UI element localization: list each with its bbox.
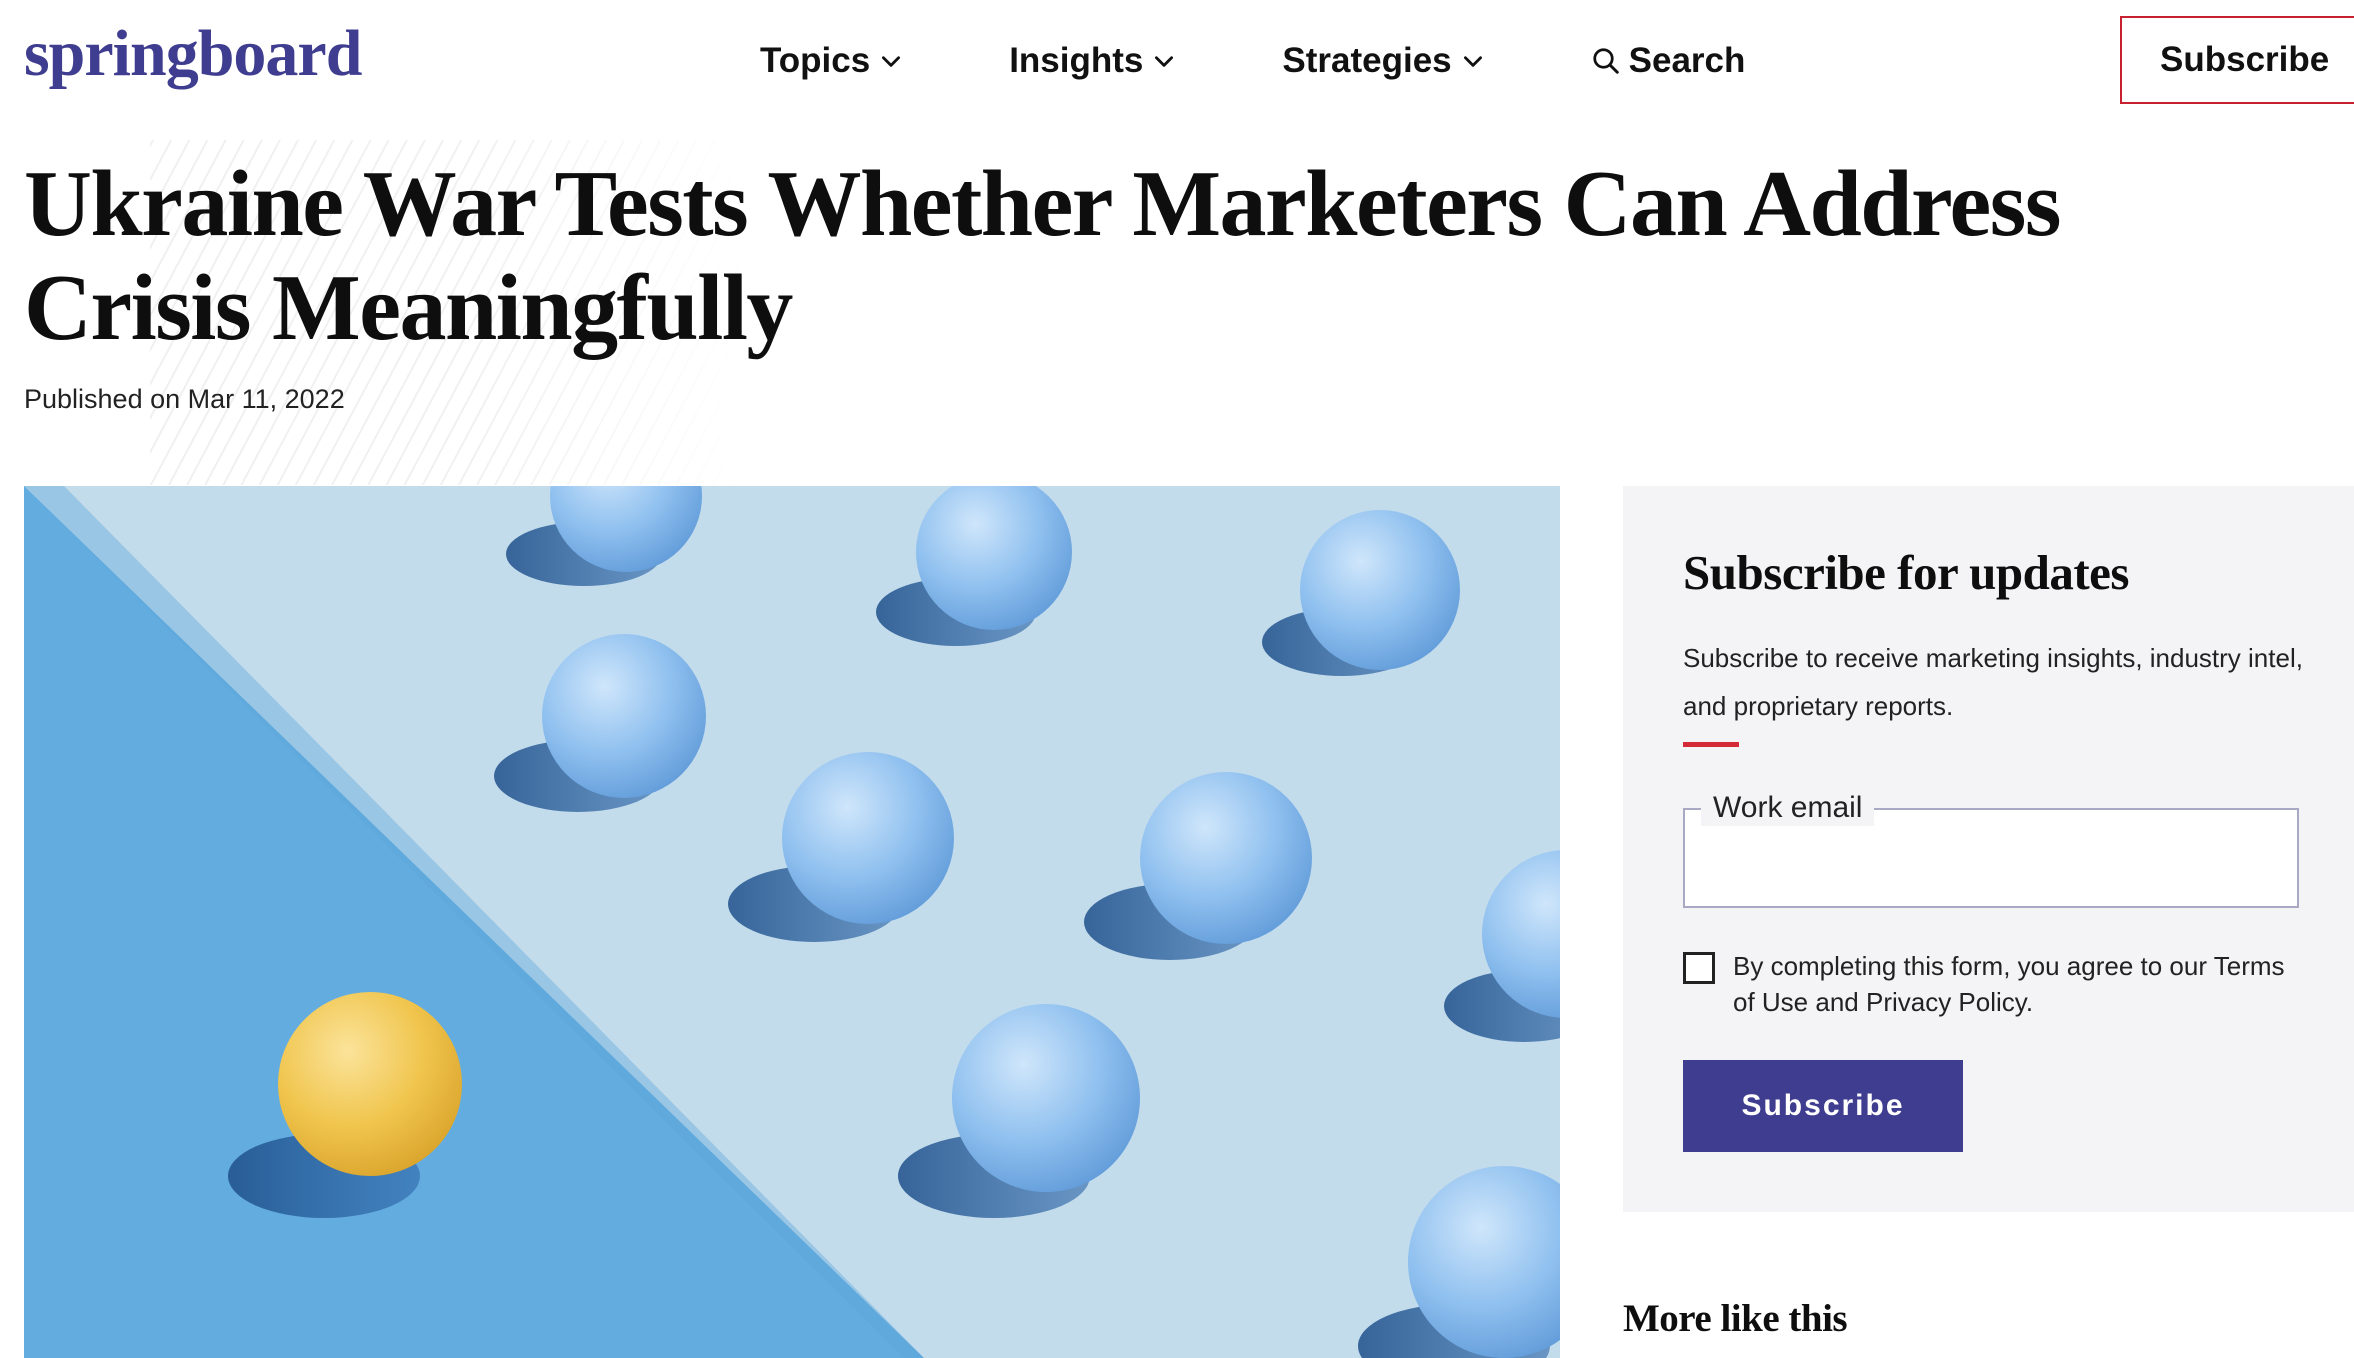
main-nav: Topics Insights Strategies Search	[760, 36, 1745, 86]
search-button[interactable]: Search	[1591, 41, 1746, 81]
article-title: Ukraine War Tests Whether Marketers Can …	[24, 152, 2061, 360]
nav-topics-label: Topics	[760, 41, 871, 80]
nav-topics[interactable]: Topics	[760, 41, 904, 81]
nav-strategies-label: Strategies	[1282, 41, 1452, 80]
subscribe-description: Subscribe to receive marketing insights,…	[1683, 643, 2303, 721]
page: springboard Topics Insights Strategies S…	[0, 0, 2354, 1358]
header-subscribe-button[interactable]: Subscribe	[2120, 16, 2354, 104]
search-label: Search	[1628, 41, 1746, 80]
work-email-input[interactable]	[1685, 810, 2297, 906]
published-date: Published on Mar 11, 2022	[24, 384, 345, 414]
chevron-down-icon	[1463, 56, 1482, 67]
subscribe-submit-button[interactable]: Subscribe	[1683, 1060, 1963, 1152]
subscribe-title: Subscribe for updates	[1683, 545, 2130, 600]
hero-image	[24, 486, 1560, 1358]
hero-illustration	[24, 486, 1560, 1358]
nav-insights[interactable]: Insights	[1009, 41, 1177, 81]
agreement-checkbox[interactable]	[1683, 952, 1715, 984]
subscribe-panel: Subscribe for updates Subscribe to recei…	[1623, 486, 2354, 1212]
more-like-this-heading: More like this	[1623, 1297, 1848, 1340]
chevron-down-icon	[1155, 56, 1174, 67]
agreement-text: By completing this form, you agree to ou…	[1733, 951, 2285, 1017]
work-email-field[interactable]: Work email	[1683, 790, 2299, 908]
search-icon	[1593, 48, 1619, 74]
accent-divider	[1683, 742, 1739, 747]
nav-insights-label: Insights	[1009, 41, 1144, 80]
chevron-down-icon	[882, 56, 901, 67]
nav-strategies[interactable]: Strategies	[1282, 41, 1485, 81]
springboard-logo[interactable]: springboard	[24, 17, 362, 91]
